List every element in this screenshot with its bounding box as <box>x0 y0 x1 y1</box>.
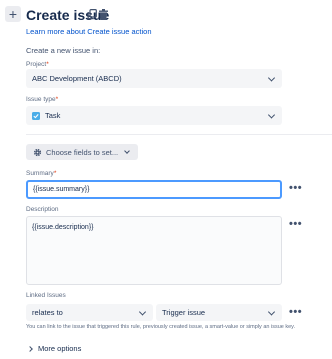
project-value: ABC Development (ABCD) <box>32 74 122 83</box>
summary-more-button[interactable]: ••• <box>289 183 302 194</box>
required-mark: * <box>53 170 57 177</box>
project-select[interactable]: ABC Development (ABCD) <box>26 69 282 88</box>
task-icon <box>32 111 40 120</box>
linked-issues-help: You can link to the issue that triggered… <box>26 324 296 330</box>
chevron-down-icon <box>267 73 276 82</box>
plus-icon: + <box>8 6 18 22</box>
description-input[interactable]: {{issue.description}} <box>26 216 282 285</box>
link-type-select[interactable]: relates to <box>26 304 153 321</box>
chevron-down-icon <box>124 148 130 154</box>
linked-issue-value: Trigger issue <box>162 308 206 317</box>
linked-issues-more-button[interactable]: ••• <box>289 307 302 318</box>
summary-value: {{issue.summary}} <box>33 186 90 193</box>
project-label: Project* <box>26 61 49 68</box>
choose-fields-button[interactable]: Choose fields to set... <box>26 144 138 160</box>
gear-icon <box>33 148 42 156</box>
copy-icon[interactable] <box>87 9 97 20</box>
linked-issues-label: Linked Issues <box>26 292 66 299</box>
issue-type-value: Task <box>45 111 61 120</box>
choose-fields-label: Choose fields to set... <box>46 147 119 157</box>
description-label: Description <box>26 206 59 213</box>
trash-icon[interactable] <box>99 9 108 20</box>
divider <box>26 134 332 135</box>
summary-label: Summary* <box>26 170 57 177</box>
chevron-down-icon <box>267 110 276 119</box>
required-mark: * <box>46 61 49 68</box>
more-options-label: More options <box>38 344 82 353</box>
chevron-down-icon <box>267 307 276 316</box>
linked-issue-select[interactable]: Trigger issue <box>156 304 282 321</box>
chevron-right-icon <box>27 345 33 352</box>
intro-text: Create a new issue in: <box>26 46 101 55</box>
description-more-button[interactable]: ••• <box>289 219 302 230</box>
more-options-toggle[interactable]: More options <box>27 344 82 353</box>
summary-input[interactable]: {{issue.summary}} <box>26 180 282 199</box>
description-value: {{issue.description}} <box>32 224 94 231</box>
required-mark: * <box>55 96 59 103</box>
issue-type-label: Issue type* <box>26 96 59 103</box>
add-action-button[interactable]: + <box>5 6 21 22</box>
link-type-value: relates to <box>32 308 63 317</box>
header: + Create issue <box>0 0 332 30</box>
learn-more-link[interactable]: Learn more about Create issue action <box>26 27 152 36</box>
issue-type-select[interactable]: Task <box>26 106 282 125</box>
chevron-down-icon <box>138 307 147 316</box>
